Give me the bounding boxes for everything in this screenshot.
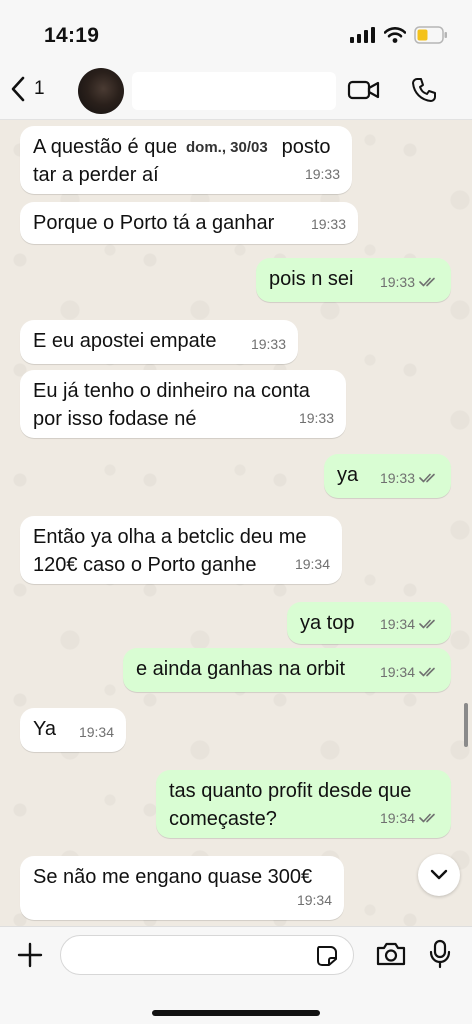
- video-call-button[interactable]: [347, 78, 381, 107]
- phone-icon: [412, 78, 436, 102]
- chevron-down-icon: [430, 869, 448, 880]
- scrollbar-thumb[interactable]: [464, 703, 468, 747]
- message-bubble-outgoing[interactable]: ya 19:33: [324, 454, 451, 498]
- message-time: 19:33: [304, 166, 340, 182]
- status-time: 14:19: [44, 24, 100, 47]
- message-text: 120€ caso o Porto ganhe: [33, 554, 257, 576]
- message-text: por isso fodase né: [33, 408, 197, 430]
- message-text: E eu apostei empate: [33, 330, 217, 352]
- chat-header: 1: [0, 62, 472, 120]
- double-check-icon: [419, 277, 435, 287]
- composer-bar: [0, 926, 472, 1024]
- camera-button[interactable]: [375, 941, 407, 972]
- message-text: Eu já tenho o dinheiro na conta: [33, 380, 310, 402]
- double-check-icon: [419, 473, 435, 483]
- contact-name[interactable]: [132, 72, 336, 110]
- message-bubble-outgoing[interactable]: ya top 19:34: [287, 602, 451, 644]
- plus-icon: [17, 942, 43, 968]
- double-check-icon: [419, 813, 435, 823]
- avatar[interactable]: [78, 68, 124, 114]
- message-time: 19:34: [380, 658, 439, 686]
- message-text: Então ya olha a betclic deu me: [33, 526, 307, 548]
- camera-icon: [376, 942, 406, 966]
- cellular-signal-icon: [350, 27, 375, 43]
- voice-message-button[interactable]: [428, 939, 452, 974]
- message-time: 19:34: [78, 724, 114, 740]
- date-separator: dom., 30/03: [176, 136, 278, 159]
- message-time: 19:34: [294, 556, 330, 572]
- double-check-icon: [419, 619, 435, 629]
- message-text: Porque o Porto tá a ganhar: [33, 212, 275, 234]
- message-bubble-outgoing[interactable]: e ainda ganhas na orbit 19:34: [123, 648, 451, 692]
- back-button[interactable]: 1: [10, 76, 45, 102]
- home-indicator[interactable]: [152, 1010, 320, 1016]
- message-bubble-outgoing[interactable]: pois n sei 19:33: [256, 258, 451, 302]
- message-text: Se não me engano quase 300€: [33, 866, 313, 888]
- status-icons: [350, 26, 448, 44]
- sticker-icon: [317, 946, 337, 966]
- video-call-icon: [347, 80, 380, 100]
- message-text: tar a perder aí: [33, 164, 159, 186]
- double-check-icon: [419, 667, 435, 677]
- battery-icon: [414, 26, 447, 44]
- status-bar: 14:19: [0, 0, 472, 62]
- message-time: 19:33: [298, 410, 334, 426]
- message-list[interactable]: A questão é que posto tar a perder aí 19:…: [0, 120, 472, 926]
- unread-count: 1: [34, 78, 45, 99]
- attach-button[interactable]: [16, 941, 44, 974]
- message-time: 19:33: [250, 336, 286, 352]
- message-bubble-incoming[interactable]: Porque o Porto tá a ganhar 19:33: [20, 202, 358, 244]
- message-time: 19:34: [380, 804, 439, 832]
- message-time: 19:33: [310, 216, 346, 232]
- message-time: 19:34: [296, 892, 332, 908]
- message-time: 19:34: [380, 610, 439, 638]
- wifi-icon: [384, 27, 406, 43]
- scroll-to-bottom-button[interactable]: [418, 854, 460, 896]
- message-bubble-incoming[interactable]: Eu já tenho o dinheiro na conta por isso…: [20, 370, 346, 438]
- message-bubble-incoming[interactable]: Ya 19:34: [20, 708, 126, 752]
- sticker-button[interactable]: [315, 944, 339, 973]
- message-bubble-outgoing[interactable]: tas quanto profit desde que começaste? 1…: [156, 770, 451, 838]
- message-time: 19:33: [380, 268, 439, 296]
- voice-call-button[interactable]: [410, 76, 438, 109]
- microphone-icon: [429, 939, 451, 969]
- message-bubble-incoming[interactable]: Se não me engano quase 300€ 19:34: [20, 856, 344, 920]
- chevron-left-icon: [11, 76, 25, 102]
- message-input[interactable]: [60, 935, 354, 975]
- message-time: 19:33: [380, 464, 439, 492]
- message-bubble-incoming[interactable]: Então ya olha a betclic deu me 120€ caso…: [20, 516, 342, 584]
- message-bubble-incoming[interactable]: E eu apostei empate 19:33: [20, 320, 298, 364]
- message-text: tas quanto profit desde que: [169, 780, 412, 802]
